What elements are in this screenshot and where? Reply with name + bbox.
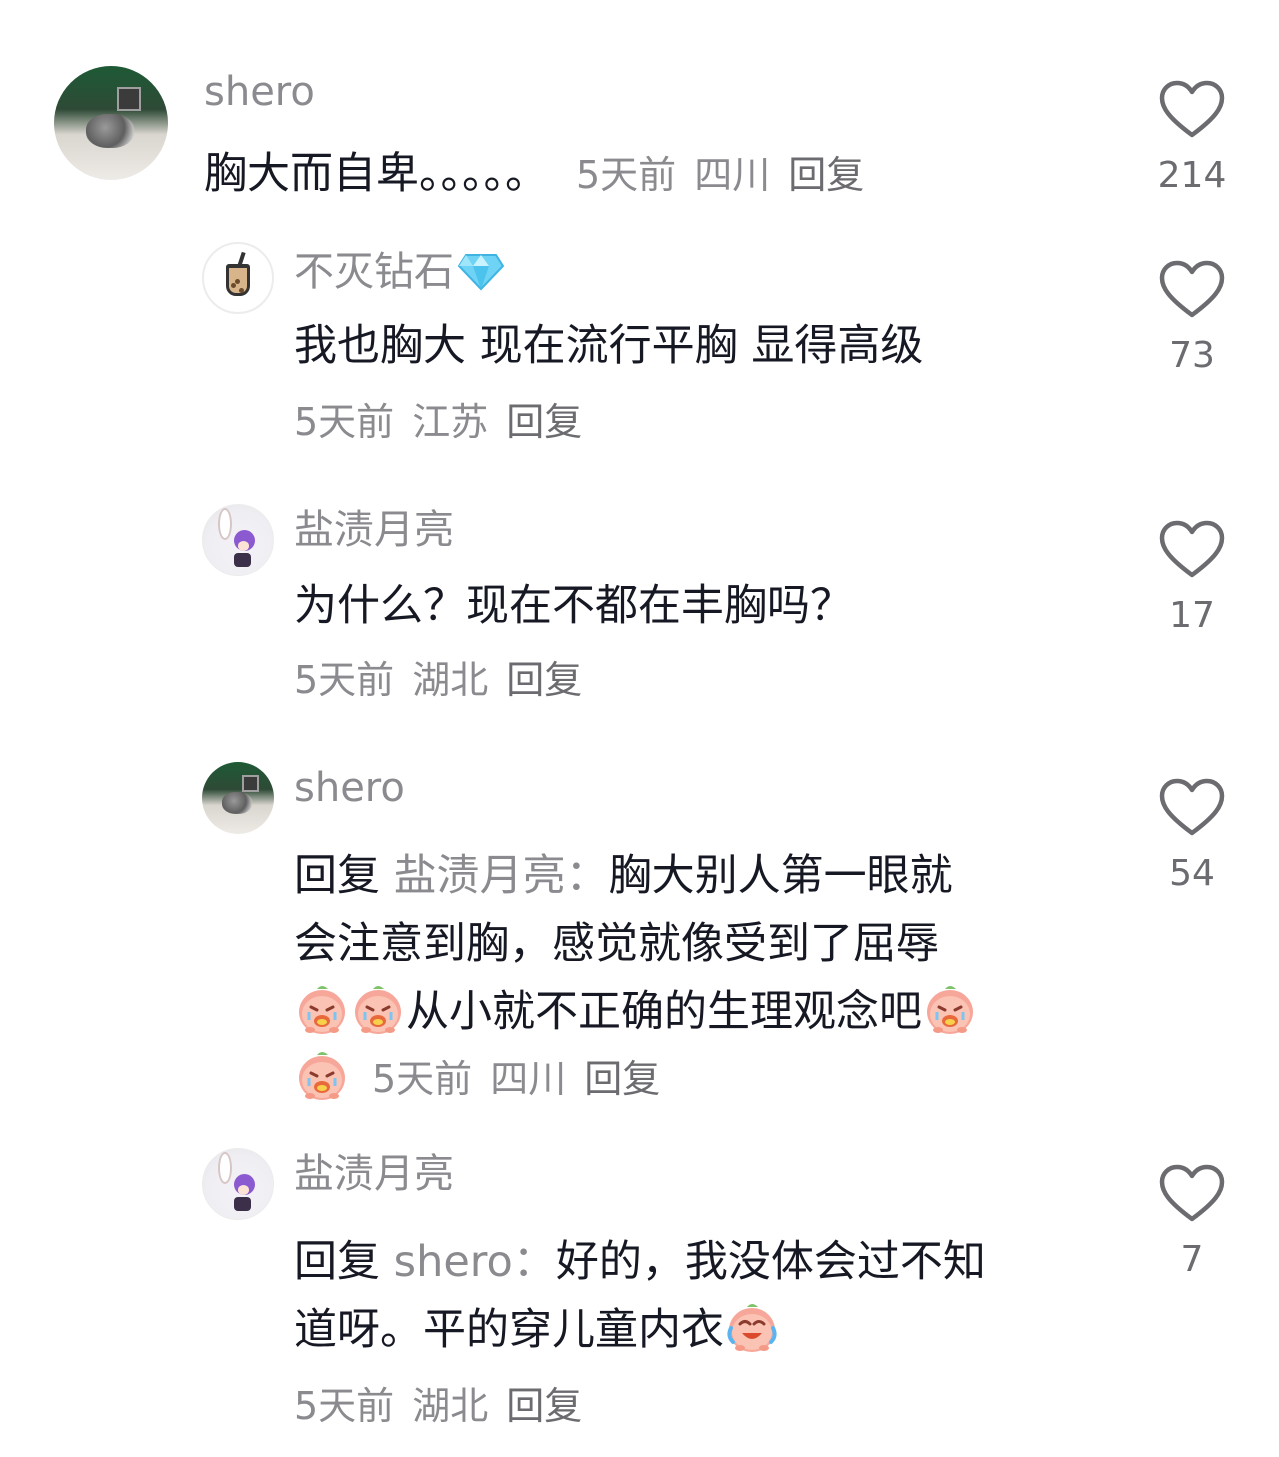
comment-time: 5天前 (576, 153, 677, 197)
reply-button[interactable]: 回复 (506, 1384, 582, 1428)
comment-text: 从小就不正确的生理观念吧 (294, 978, 978, 1046)
comment-meta: 5天前 四川 回复 (576, 153, 882, 197)
comment-body-line: 从小就不正确的生理观念吧 (406, 987, 922, 1037)
avatar-image-detail (239, 287, 245, 293)
avatar[interactable] (202, 762, 274, 834)
peach-crying-emoji (355, 986, 401, 1034)
reply-prefix: 回复 (294, 851, 380, 901)
avatar[interactable] (54, 66, 168, 180)
like-button[interactable]: 54 (1152, 778, 1232, 896)
heart-outline-icon (1159, 520, 1225, 578)
comment-meta: 5天前 湖北 回复 (294, 1382, 600, 1430)
comment-text: 为什么？现在不都在丰胸吗？ (294, 581, 853, 631)
avatar-image-detail (218, 507, 233, 540)
like-button[interactable]: 73 (1152, 260, 1232, 378)
comment-time: 5天前 (294, 400, 395, 444)
reply-button[interactable]: 回复 (788, 153, 864, 197)
comment-location: 江苏 (412, 400, 489, 444)
peach-crying-emoji (927, 986, 973, 1034)
comment-body-line: 胸大别人第一眼就 (608, 851, 953, 901)
comment-meta: 5天前 湖北 回复 (294, 656, 600, 704)
reply-prefix: 回复 (294, 1237, 380, 1287)
heart-outline-icon (1159, 260, 1225, 318)
comment-text: 回复 shero：好的，我没体会过不知 (294, 1228, 986, 1296)
like-count: 73 (1169, 335, 1215, 376)
comment-body-line: 道呀。平的穿儿童内衣 (294, 1305, 724, 1355)
peach-crying-emoji (299, 1052, 345, 1100)
avatar-image-detail (233, 1196, 251, 1211)
username[interactable]: 盐渍月亮 (294, 506, 454, 554)
heart-outline-icon (1159, 80, 1225, 138)
username[interactable]: shero (294, 764, 405, 812)
peach-crying-emoji (299, 986, 345, 1034)
reply-target-username[interactable]: 盐渍月亮： (394, 851, 609, 901)
comment-body: 胸大而自卑。。。。。 (204, 149, 548, 199)
username-text: 不灭钻石 (294, 249, 454, 295)
comment-location: 湖北 (412, 1384, 489, 1428)
reply-target-username[interactable]: shero： (394, 1237, 556, 1287)
like-count: 7 (1180, 1239, 1204, 1280)
comment-text: 道呀。平的穿儿童内衣 (294, 1296, 780, 1364)
peach-laugh-cry-emoji (727, 1304, 777, 1352)
comment-1: shero 胸大而自卑。。。。。 5天前 四川 回复 214 (0, 0, 1279, 220)
comment-time: 5天前 (294, 658, 395, 702)
avatar-image-detail (222, 792, 253, 814)
comment-meta: 5天前 四川 回复 (372, 1057, 678, 1101)
comment-location: 四川 (694, 153, 771, 197)
comment-location: 四川 (490, 1057, 567, 1101)
reply-button[interactable]: 回复 (506, 400, 582, 444)
comment-text: 5天前 四川 回复 (294, 1044, 678, 1113)
diamond-icon (458, 254, 504, 291)
avatar-image-detail (218, 1151, 233, 1184)
avatar[interactable] (202, 242, 274, 314)
avatar[interactable] (202, 504, 274, 576)
avatar-image-detail (241, 774, 259, 792)
like-button[interactable]: 7 (1152, 1164, 1232, 1282)
comment-text: 会注意到胸，感觉就像受到了屈辱 (294, 919, 939, 969)
comment-location: 湖北 (412, 658, 489, 702)
username[interactable]: 盐渍月亮 (294, 1150, 454, 1198)
reply-button[interactable]: 回复 (584, 1057, 660, 1101)
comment-time: 5天前 (372, 1057, 473, 1101)
like-button[interactable]: 17 (1152, 520, 1232, 638)
username[interactable]: 不灭钻石 (294, 248, 504, 296)
reply-button[interactable]: 回复 (506, 658, 582, 702)
username[interactable]: shero (204, 68, 315, 116)
comment-text: 胸大而自卑。。。。。 5天前 四川 回复 (204, 140, 882, 209)
comment-time: 5天前 (294, 1384, 395, 1428)
like-count: 214 (1157, 155, 1227, 196)
comment-text: 回复 盐渍月亮：胸大别人第一眼就 (294, 842, 953, 910)
like-count: 17 (1169, 595, 1215, 636)
heart-outline-icon (1159, 1164, 1225, 1222)
comment-text: 我也胸大 现在流行平胸 显得高级 (294, 321, 924, 371)
avatar-image-detail (85, 113, 134, 149)
comment-body-line: 好的，我没体会过不知 (555, 1237, 986, 1287)
like-count: 54 (1169, 853, 1215, 894)
heart-outline-icon (1159, 778, 1225, 836)
avatar[interactable] (202, 1148, 274, 1220)
like-button[interactable]: 214 (1152, 80, 1232, 198)
avatar-image-detail (116, 86, 142, 112)
comment-meta: 5天前 江苏 回复 (294, 398, 600, 446)
avatar-image-detail (233, 552, 251, 567)
